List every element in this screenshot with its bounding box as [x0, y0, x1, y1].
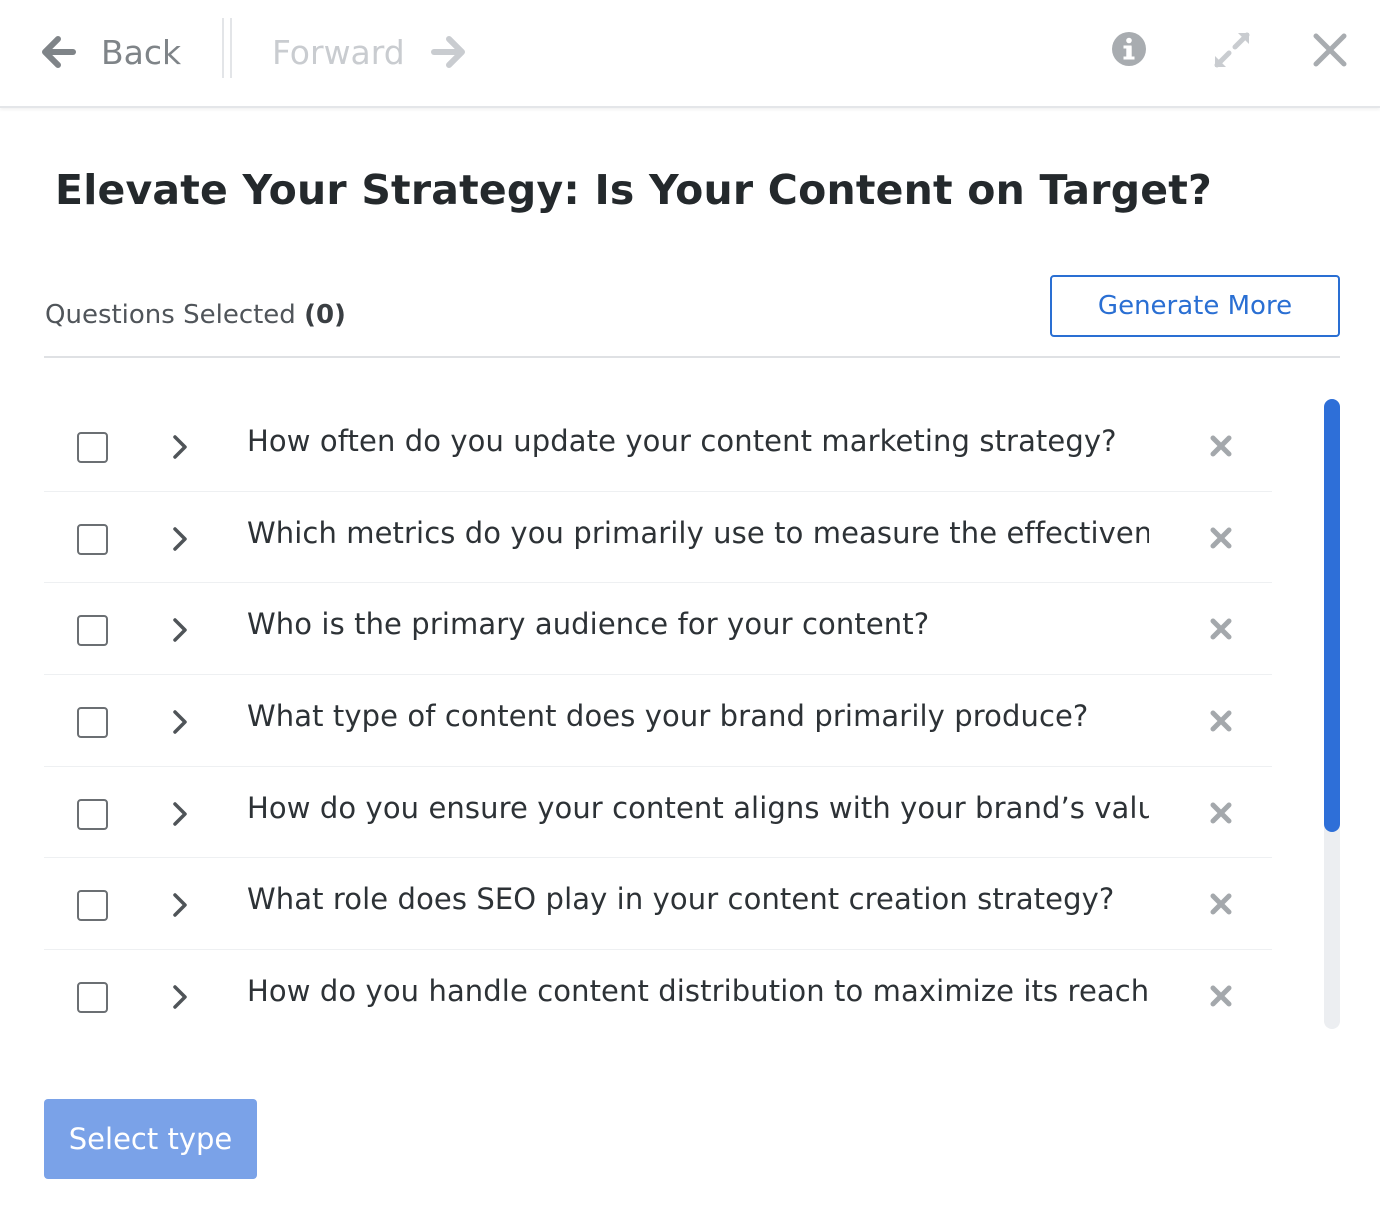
page-title: Elevate Your Strategy: Is Your Content o…: [55, 166, 1213, 214]
forward-button[interactable]: Forward: [272, 26, 465, 78]
question-row: What type of content does your brand pri…: [44, 675, 1272, 767]
remove-question-icon[interactable]: [1209, 892, 1233, 920]
back-button[interactable]: Back: [42, 26, 181, 78]
question-row: How do you ensure your content aligns wi…: [44, 767, 1272, 859]
header-divider: [44, 356, 1340, 358]
remove-question-icon[interactable]: [1209, 984, 1233, 1012]
chevron-right-icon[interactable]: [172, 801, 188, 831]
chevron-right-icon[interactable]: [172, 892, 188, 922]
question-list: How often do you update your content mar…: [44, 400, 1272, 1042]
question-checkbox[interactable]: [77, 890, 108, 922]
nav-divider: [222, 18, 232, 78]
top-toolbar: Back Forward: [0, 0, 1380, 108]
question-checkbox[interactable]: [77, 523, 108, 555]
question-text: What role does SEO play in your content …: [247, 882, 1115, 917]
remove-question-icon[interactable]: [1209, 434, 1233, 462]
questions-selected-count: Questions Selected (0): [45, 300, 346, 330]
question-row: How do you handle content distribution t…: [44, 950, 1272, 1042]
question-checkbox[interactable]: [77, 615, 108, 647]
scrollbar-track[interactable]: [1324, 399, 1340, 1029]
remove-question-icon[interactable]: [1209, 526, 1233, 554]
chevron-right-icon[interactable]: [172, 526, 188, 556]
info-icon[interactable]: [1110, 30, 1148, 72]
question-row: What role does SEO play in your content …: [44, 858, 1272, 951]
question-checkbox[interactable]: [77, 798, 108, 830]
question-checkbox[interactable]: [77, 982, 108, 1014]
questions-selected-label: Questions Selected: [45, 300, 296, 330]
question-text: How do you handle content distribution t…: [247, 974, 1149, 1009]
generate-more-button[interactable]: Generate More: [1050, 275, 1340, 337]
back-label: Back: [101, 32, 182, 72]
question-checkbox[interactable]: [77, 432, 108, 463]
forward-label: Forward: [272, 32, 405, 72]
questions-selected-number: (0): [304, 300, 346, 330]
select-type-button[interactable]: Select type: [44, 1099, 257, 1179]
close-icon[interactable]: [1311, 30, 1349, 74]
arrow-right-icon: [430, 36, 465, 68]
question-row: Which metrics do you primarily use to me…: [44, 492, 1272, 584]
arrow-left-icon: [42, 36, 76, 68]
question-text: Who is the primary audience for your con…: [247, 607, 930, 642]
chevron-right-icon[interactable]: [172, 617, 188, 647]
chevron-right-icon[interactable]: [172, 709, 188, 739]
scrollbar-thumb[interactable]: [1324, 399, 1340, 832]
remove-question-icon[interactable]: [1209, 709, 1233, 737]
question-text: What type of content does your brand pri…: [247, 699, 1089, 734]
question-checkbox[interactable]: [77, 707, 108, 739]
question-row: How often do you update your content mar…: [44, 400, 1272, 492]
expand-icon[interactable]: [1212, 30, 1252, 74]
question-text: Which metrics do you primarily use to me…: [247, 515, 1149, 550]
question-text: How often do you update your content mar…: [247, 424, 1117, 458]
question-row: Who is the primary audience for your con…: [44, 583, 1272, 676]
question-text: How do you ensure your content aligns wi…: [247, 790, 1149, 825]
chevron-right-icon[interactable]: [172, 984, 188, 1014]
remove-question-icon[interactable]: [1209, 617, 1233, 645]
remove-question-icon[interactable]: [1209, 801, 1233, 829]
chevron-right-icon[interactable]: [172, 434, 188, 464]
